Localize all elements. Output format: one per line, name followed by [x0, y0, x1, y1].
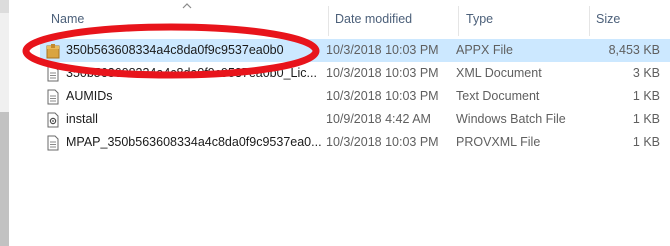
file-date-modified: 10/3/2018 10:03 PM	[326, 66, 439, 80]
file-row[interactable]: 350b563608334a4c8da0f9c9537ea0b0_Lic... 1…	[40, 62, 670, 85]
column-header-row: Name Date modified Type Size	[9, 0, 670, 36]
file-row[interactable]: install 10/9/2018 4:42 AM Windows Batch Fi…	[40, 108, 670, 131]
document-icon	[47, 135, 59, 151]
file-row[interactable]: 350b563608334a4c8da0f9c9537ea0b0 10/3/201…	[40, 39, 670, 62]
file-name[interactable]: 350b563608334a4c8da0f9c9537ea0b0_Lic...	[66, 62, 324, 85]
file-date-modified: 10/9/2018 4:42 AM	[326, 112, 431, 126]
document-icon	[47, 66, 59, 82]
file-name[interactable]: MPAP_350b563608334a4c8da0f9c9537ea0...	[66, 131, 324, 154]
document-icon	[47, 89, 59, 105]
left-pane-scrollbar[interactable]	[0, 0, 9, 246]
file-row[interactable]: MPAP_350b563608334a4c8da0f9c9537ea0... 10…	[40, 131, 670, 154]
file-name[interactable]: 350b563608334a4c8da0f9c9537ea0b0	[66, 39, 324, 62]
file-type: XML Document	[456, 66, 542, 80]
file-date-modified: 10/3/2018 10:03 PM	[326, 89, 439, 103]
batch-file-icon	[47, 112, 59, 128]
file-date-modified: 10/3/2018 10:03 PM	[326, 135, 439, 149]
scrollbar-top[interactable]	[0, 0, 9, 13]
file-name[interactable]: install	[66, 108, 324, 131]
file-type: Text Document	[456, 89, 540, 103]
file-size: 1 KB	[632, 112, 660, 126]
column-header-type[interactable]: Type	[458, 0, 588, 36]
file-date-modified: 10/3/2018 10:03 PM	[326, 43, 439, 57]
file-row[interactable]: AUMIDs 10/3/2018 10:03 PM Text Document 1 K…	[40, 85, 670, 108]
column-header-date[interactable]: Date modified	[327, 0, 457, 36]
file-size: 1 KB	[632, 135, 660, 149]
file-type: PROVXML File	[456, 135, 541, 149]
file-size: 8,453 KB	[608, 43, 660, 57]
scrollbar-track[interactable]	[0, 112, 9, 246]
file-size: 3 KB	[632, 66, 660, 80]
column-header-size[interactable]: Size	[588, 0, 670, 36]
package-icon	[46, 44, 60, 59]
file-size: 1 KB	[632, 89, 660, 103]
column-header-name[interactable]: Name	[43, 0, 323, 36]
file-type: Windows Batch File	[456, 112, 566, 126]
file-name[interactable]: AUMIDs	[66, 85, 324, 108]
file-type: APPX File	[456, 43, 513, 57]
